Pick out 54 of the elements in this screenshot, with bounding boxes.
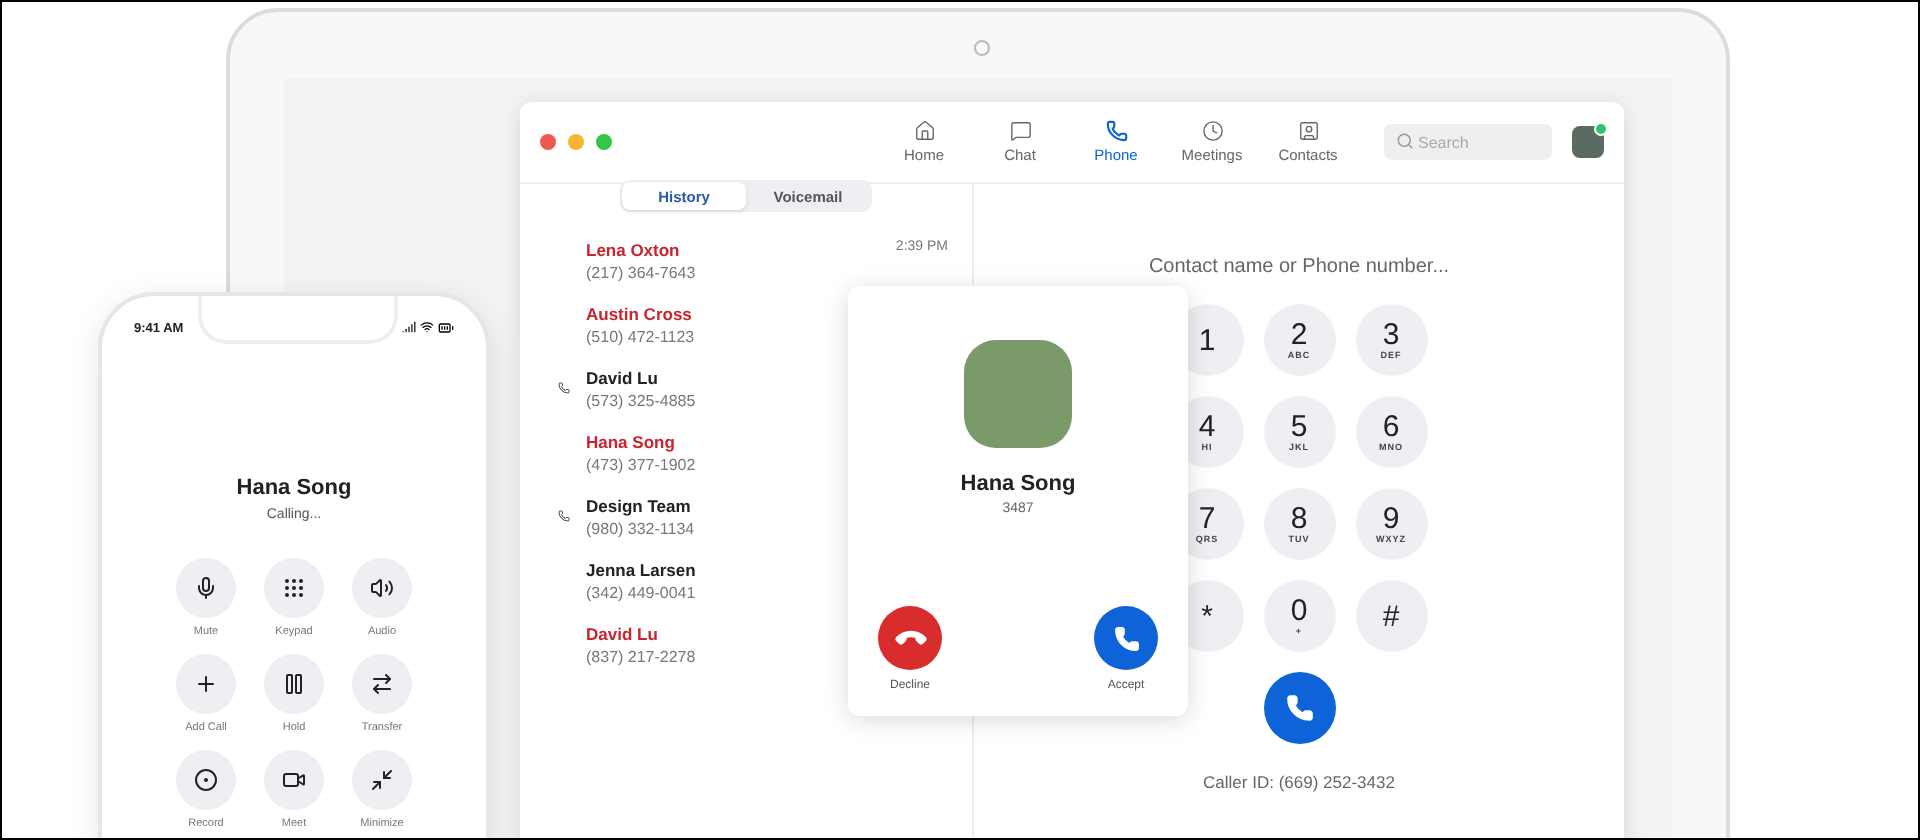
contact-name[interactable]: Jenna Larsen [586, 560, 696, 580]
phone-number: (837) 217-2278 [586, 648, 696, 666]
dial-key[interactable]: # [1355, 580, 1427, 652]
search-icon [1396, 132, 1414, 150]
video-camera-icon [282, 768, 306, 792]
decline-button[interactable] [878, 606, 942, 670]
signal-icon [402, 320, 416, 334]
transfer-icon [370, 672, 394, 696]
clock-icon [1201, 120, 1223, 142]
call-button[interactable] [1263, 672, 1335, 744]
contact-name[interactable]: Lena Oxton [586, 240, 680, 260]
phone-icon [1113, 625, 1139, 651]
record-icon [194, 768, 218, 792]
call-action-button[interactable] [352, 558, 412, 618]
call-action-button[interactable] [264, 558, 324, 618]
contact-name[interactable]: Austin Cross [586, 304, 692, 324]
phone-number: (573) 325-4885 [586, 392, 696, 410]
contact-name[interactable]: David Lu [586, 624, 658, 644]
phone-number: (217) 364-7643 [586, 264, 696, 282]
contact-card-icon [1297, 120, 1319, 142]
contact-name[interactable]: Design Team [586, 496, 691, 516]
chat-bubble-icon [1009, 120, 1031, 142]
callee-name: Hana Song [236, 476, 352, 500]
phone-icon [1285, 694, 1313, 722]
search-field[interactable]: Search [1384, 124, 1552, 160]
battery-icon [438, 320, 454, 336]
camera-icon [974, 40, 990, 56]
home-icon [913, 120, 935, 142]
photo-placeholder [964, 340, 1072, 448]
contact-name[interactable]: Hana Song [586, 432, 675, 452]
avatar[interactable] [1572, 126, 1604, 158]
caller-name: Hana Song [960, 472, 1076, 496]
phone-number: (980) 332-1134 [586, 520, 695, 538]
call-action-button[interactable] [176, 750, 236, 810]
phone-number: (342) 449-0041 [586, 584, 696, 602]
call-action-button[interactable] [352, 654, 412, 714]
microphone-icon [194, 576, 218, 600]
speaker-icon [370, 576, 394, 600]
close-icon[interactable] [540, 134, 556, 150]
call-action-button[interactable] [352, 750, 412, 810]
call-action-button[interactable] [264, 654, 324, 714]
phone-number: (473) 377-1902 [586, 456, 696, 474]
keypad-icon [282, 576, 306, 600]
wifi-icon [420, 320, 434, 334]
plus-icon [194, 672, 218, 696]
minimize-icon [370, 768, 394, 792]
accept-button[interactable] [1094, 606, 1158, 670]
call-action-button[interactable] [264, 750, 324, 810]
pause-icon [282, 672, 306, 696]
contact-name[interactable]: David Lu [586, 368, 658, 388]
phone-icon [1105, 120, 1127, 142]
call-action-button[interactable] [176, 558, 236, 618]
phone-number: (510) 472-1123 [586, 328, 695, 346]
caller-id: Caller ID: (669) 252-3432 [1203, 772, 1395, 792]
